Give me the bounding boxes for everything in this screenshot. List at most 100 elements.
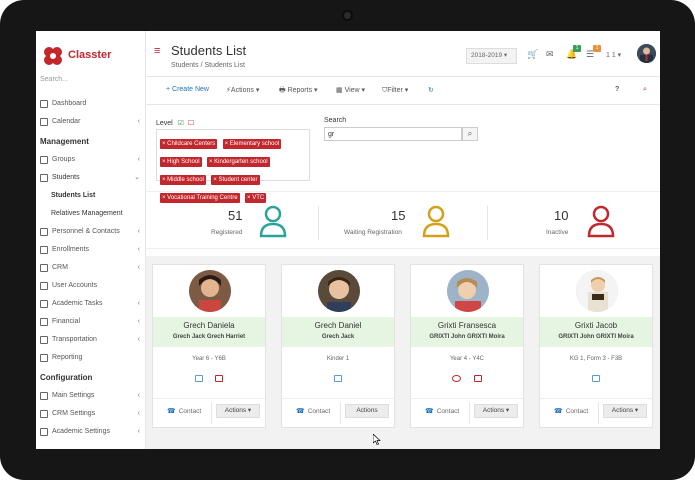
search-icon[interactable]: ⌕ — [462, 127, 478, 141]
inactive-person-icon[interactable] — [586, 204, 616, 238]
student-card[interactable]: Grixti Jacob GRIXTI John GRIXTI Moira KG… — [539, 264, 653, 428]
actions-button[interactable]: Actions — [345, 404, 389, 418]
student-card[interactable]: Grixti Fransesca GRIXTI John GRIXTI Moir… — [410, 264, 524, 428]
student-card[interactable]: Grech Daniela Grech Jack Grech Harriet Y… — [152, 264, 266, 428]
financial-icon — [40, 318, 48, 326]
help-button[interactable]: ? — [615, 86, 619, 93]
level-multiselect[interactable]: × Childcare Centers × Elementary school … — [156, 129, 310, 203]
filter-menu[interactable]: ⛉Filter ▾ — [382, 86, 408, 95]
contact-button[interactable]: ☎ Contact — [167, 407, 201, 415]
student-name-band: Grixti Fransesca GRIXTI John GRIXTI Moir… — [411, 317, 523, 347]
id-card-icon[interactable] — [592, 375, 600, 382]
create-new-button[interactable]: + Create New — [166, 86, 209, 93]
section-management: Management — [40, 137, 89, 146]
user-avatar[interactable] — [637, 44, 656, 63]
student-name[interactable]: Grech Daniel — [282, 321, 394, 330]
level-tag[interactable]: × Middle school — [160, 175, 206, 185]
calendar-icon — [40, 118, 48, 126]
id-card-icon[interactable] — [194, 375, 203, 382]
search-input[interactable] — [324, 127, 462, 141]
crm-icon — [40, 264, 48, 272]
student-photo[interactable] — [447, 270, 489, 312]
chevron-left-icon: ‹ — [137, 428, 140, 435]
level-tag-label: Elementary school — [229, 141, 280, 147]
student-photo[interactable] — [318, 270, 360, 312]
level-tag[interactable]: × Elementary school — [222, 139, 282, 149]
menu-toggle-icon[interactable]: ≡ — [154, 45, 160, 57]
sidebar-sub-relatives[interactable]: Relatives Management — [36, 205, 146, 223]
student-name[interactable]: Grech Daniela — [153, 321, 265, 330]
student-photo[interactable] — [576, 270, 618, 312]
sidebar-item-calendar[interactable]: Calendar ‹ — [36, 113, 146, 131]
actions-button[interactable]: Actions ▾ — [216, 404, 260, 418]
breadcrumb[interactable]: Students / Students List — [171, 62, 245, 69]
sidebar-item-crm[interactable]: CRM ‹ — [36, 259, 146, 277]
personnel-icon — [40, 228, 48, 236]
sidebar-item-reporting[interactable]: Reporting — [36, 349, 146, 367]
actions-menu[interactable]: ⚡Actions ▾ — [226, 86, 259, 94]
sidebar-item-crm-settings[interactable]: CRM Settings ‹ — [36, 405, 146, 423]
sidebar-item-label: Students — [52, 174, 80, 181]
student-cards: Grech Daniela Grech Jack Grech Harriet Y… — [146, 256, 660, 449]
refresh-icon[interactable]: ↻ — [428, 86, 434, 94]
camera-dot — [342, 10, 353, 21]
view-menu[interactable]: ▦ View ▾ — [336, 86, 365, 94]
sidebar-item-students[interactable]: Students ⌄ — [36, 169, 146, 187]
student-photo[interactable] — [189, 270, 231, 312]
classter-logo-icon — [44, 47, 62, 65]
footer-divider — [340, 402, 341, 424]
contact-button[interactable]: ☎ Contact — [296, 407, 330, 415]
check-all-icon[interactable]: ☑ — [178, 120, 184, 127]
student-name-band: Grech Daniel Grech Jack — [282, 317, 394, 347]
actions-button[interactable]: Actions ▾ — [603, 404, 647, 418]
student-name[interactable]: Grixti Jacob — [540, 321, 652, 330]
sidebar-item-label: User Accounts — [52, 282, 98, 289]
student-grade: Kinder 1 — [326, 356, 350, 362]
sidebar-item-academic-settings[interactable]: Academic Settings ‹ — [36, 423, 146, 441]
uncheck-all-icon[interactable]: ☐ — [188, 120, 194, 127]
phone-icon: ☎ — [425, 408, 434, 415]
view-icon: ▦ — [336, 87, 345, 94]
sidebar-item-transportation[interactable]: Transportation ‹ — [36, 331, 146, 349]
messages-icon[interactable]: ✉ — [546, 49, 554, 60]
card-footer: ☎ Contact Actions ▾ — [153, 398, 265, 424]
sidebar-item-main-settings[interactable]: Main Settings ‹ — [36, 387, 146, 405]
level-tag[interactable]: × Childcare Centers — [160, 139, 218, 149]
registered-person-icon[interactable] — [258, 204, 288, 238]
student-name[interactable]: Grixti Fransesca — [411, 321, 523, 330]
contact-button[interactable]: ☎ Contact — [554, 407, 588, 415]
sidebar-item-groups[interactable]: Groups ‹ — [36, 151, 146, 169]
level-tag[interactable]: × High School — [160, 157, 202, 167]
cart-icon[interactable]: 🛒 — [527, 49, 538, 60]
actions-button[interactable]: Actions ▾ — [474, 404, 518, 418]
id-card-icon[interactable] — [334, 375, 342, 382]
sidebar-item-label: CRM Settings — [52, 410, 96, 417]
sidebar-item-academic-tasks[interactable]: Academic Tasks ‹ — [36, 295, 146, 313]
contact-button[interactable]: ☎ Contact — [425, 407, 459, 415]
student-card[interactable]: Grech Daniel Grech Jack Kinder 1 ☎ Contac… — [281, 264, 395, 428]
chevron-left-icon: ‹ — [137, 392, 140, 399]
sidebar-item-dashboard[interactable]: Dashboard — [36, 95, 146, 113]
reports-menu[interactable]: 🖶 Reports ▾ — [279, 86, 318, 97]
footer-divider — [211, 402, 212, 424]
level-tag[interactable]: × Kindergarten school — [206, 157, 270, 167]
monitor-icon — [40, 100, 48, 108]
chat-icon[interactable] — [452, 375, 462, 382]
user-count[interactable]: 1 1 ▾ — [606, 51, 621, 59]
level-tag-label: Childcare Centers — [167, 141, 216, 147]
building-icon[interactable] — [473, 375, 482, 382]
phone-icon: ☎ — [167, 408, 176, 415]
sidebar-item-financial[interactable]: Financial ‹ — [36, 313, 146, 331]
building-icon[interactable] — [215, 375, 224, 382]
phone-icon: ☎ — [554, 408, 563, 415]
sidebar-item-enrollments[interactable]: Enrollments ‹ — [36, 241, 146, 259]
sidebar-item-label: Groups — [52, 156, 75, 163]
waiting-person-icon[interactable] — [421, 204, 451, 238]
sidebar-sub-students-list[interactable]: Students List — [36, 187, 146, 205]
sidebar-search[interactable]: Search... — [40, 76, 68, 83]
level-tag[interactable]: × Student center — [211, 175, 260, 185]
sidebar-item-personnel[interactable]: Personnel & Contacts ‹ — [36, 223, 146, 241]
search-toggle-icon[interactable]: ⌕ — [643, 86, 647, 94]
school-year-select[interactable]: 2018-2019 ▾ — [466, 48, 517, 64]
sidebar-item-user-accounts[interactable]: User Accounts — [36, 277, 146, 295]
